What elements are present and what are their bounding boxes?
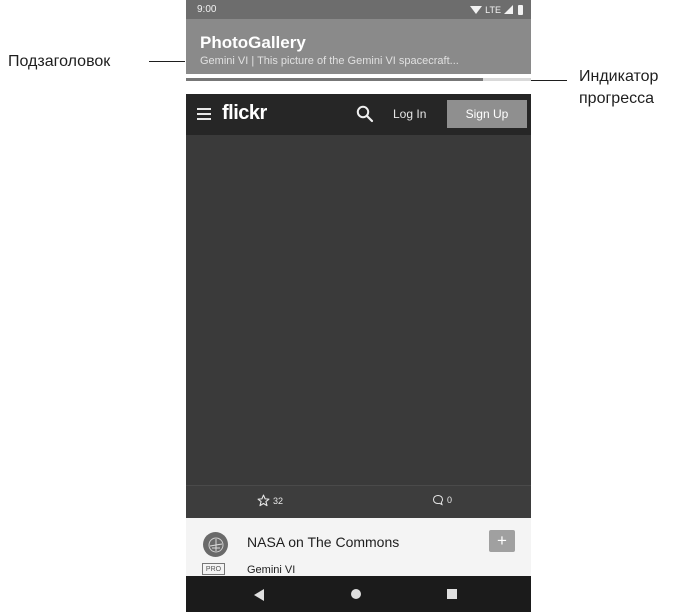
comments[interactable]: 0 [432,494,452,506]
photo-stats: 32 0 [186,485,531,518]
faves[interactable]: 32 [257,494,283,507]
login-link[interactable]: Log In [393,107,426,121]
progress-area [186,74,531,94]
signup-button[interactable]: Sign Up [447,100,527,128]
progress-callout-label-line1: Индикатор [579,68,659,85]
battery-icon [518,4,523,15]
progress-callout-label-line2: прогресса [579,90,654,107]
star-icon [257,494,270,507]
progress-bar [186,78,531,81]
search-icon[interactable] [356,105,374,123]
wifi-icon [470,5,483,14]
status-time: 9:00 [197,4,217,15]
app-title: PhotoGallery [200,33,306,52]
app-bar: PhotoGallery Gemini VI | This picture of… [186,19,531,74]
nav-back-icon[interactable] [254,589,264,601]
comments-count: 0 [447,495,453,505]
nav-recents-icon[interactable] [447,589,457,599]
progress-callout-line [531,80,567,81]
subtitle-callout-line [149,61,185,62]
nav-bar [186,576,531,612]
app-subtitle: Gemini VI | This picture of the Gemini V… [200,55,459,67]
flickr-header: flickr Log In Sign Up [186,94,531,135]
avatar[interactable] [203,532,228,557]
menu-icon[interactable] [197,108,211,120]
photo-title: Gemini VI [247,564,296,576]
status-icons: LTE [470,4,523,15]
comment-icon [432,494,444,506]
follow-button[interactable]: + [489,530,515,552]
phone-screen: 9:00 LTE PhotoGallery Gemini VI | This p… [186,0,531,612]
status-bar: 9:00 LTE [186,0,531,19]
photo-area[interactable] [186,135,531,485]
faves-count: 32 [273,495,284,506]
owner-name[interactable]: NASA on The Commons [247,534,399,550]
nav-home-icon[interactable] [351,589,361,599]
flickr-logo[interactable]: flickr [222,102,267,125]
signal-icon [504,5,513,14]
network-type: LTE [485,4,501,15]
progress-fill [186,78,483,81]
subtitle-callout-label: Подзаголовок [8,53,111,70]
pro-badge: PRO [202,563,225,575]
info-card: NASA on The Commons PRO Gemini VI + [186,518,531,576]
